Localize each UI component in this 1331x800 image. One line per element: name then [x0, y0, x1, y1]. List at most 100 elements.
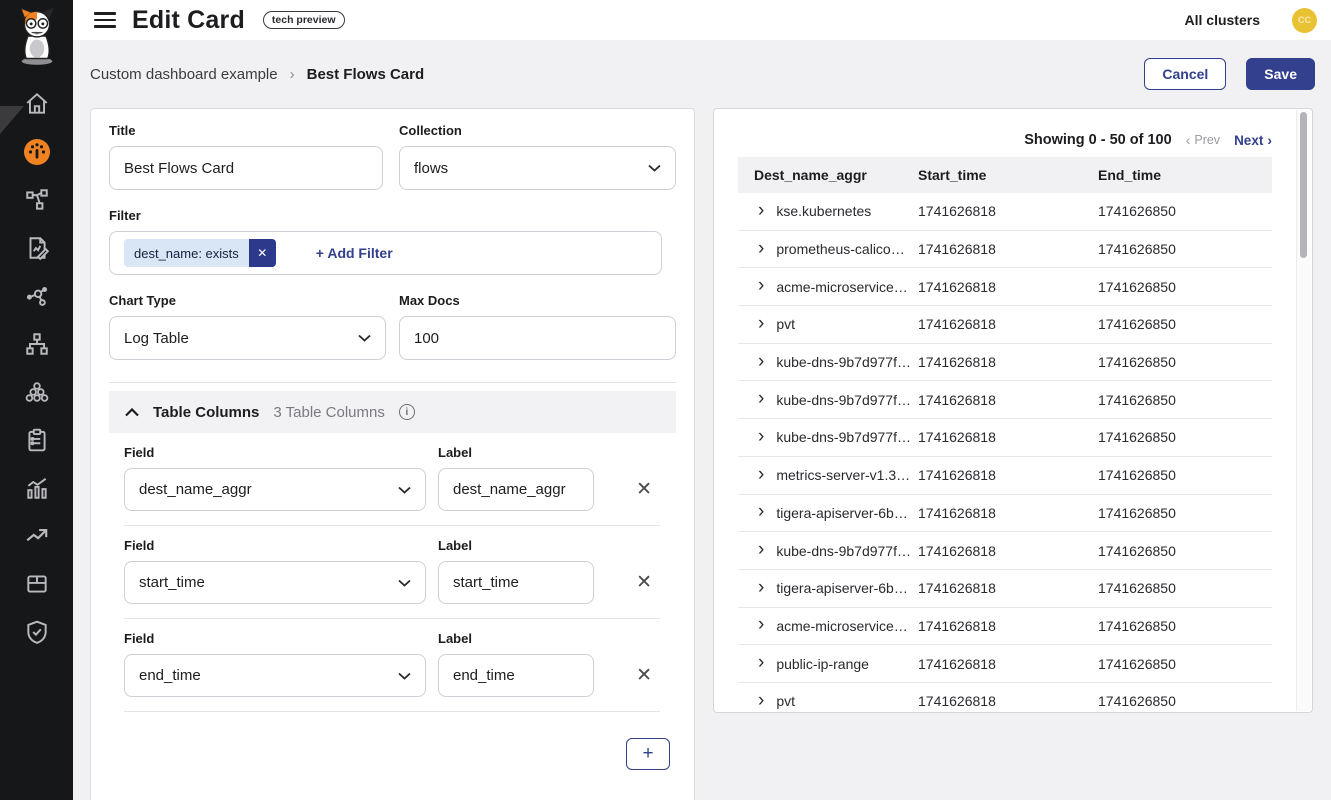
remove-column-icon[interactable]: ✕: [636, 666, 652, 697]
expand-row-icon[interactable]: ›: [758, 315, 764, 333]
column-header-start-time: Start_time: [918, 167, 1098, 183]
expand-row-icon[interactable]: ›: [758, 353, 764, 371]
scrollbar-track[interactable]: [1296, 110, 1311, 711]
table-row[interactable]: ›kube-dns-9b7d977f…17416268181741626850: [738, 419, 1272, 457]
max-docs-input[interactable]: [399, 316, 676, 360]
table-row[interactable]: ›pvt17416268181741626850: [738, 683, 1272, 713]
scrollbar-thumb[interactable]: [1300, 112, 1307, 258]
remove-column-icon[interactable]: ✕: [636, 480, 652, 511]
table-row[interactable]: ›tigera-apiserver-6b…1741626818174162685…: [738, 495, 1272, 533]
column-header-dest-name-aggr: Dest_name_aggr: [738, 167, 918, 183]
table-row[interactable]: ›acme-microservice…17416268181741626850: [738, 608, 1272, 646]
breadcrumb-separator-icon: ›: [290, 66, 295, 83]
chevron-down-icon: [398, 672, 411, 680]
shield-check-icon: [24, 619, 50, 645]
table-row[interactable]: ›acme-microservice…17416268181741626850: [738, 268, 1272, 306]
expand-row-icon[interactable]: ›: [758, 503, 764, 521]
chevron-up-icon[interactable]: [125, 408, 139, 417]
next-button[interactable]: Next ›: [1234, 133, 1272, 148]
cancel-button[interactable]: Cancel: [1144, 58, 1226, 90]
table-header-row: Dest_name_aggr Start_time End_time: [738, 157, 1272, 193]
table-row[interactable]: ›prometheus-calico…17416268181741626850: [738, 231, 1272, 269]
expand-row-icon[interactable]: ›: [758, 541, 764, 559]
field-select[interactable]: start_time: [124, 561, 426, 604]
label-input[interactable]: [438, 468, 594, 511]
sidebar-item-dashboards[interactable]: [0, 128, 73, 176]
sidebar-item-threat-graph[interactable]: [0, 272, 73, 320]
save-button[interactable]: Save: [1246, 58, 1315, 90]
expand-row-icon[interactable]: ›: [758, 277, 764, 295]
sidebar-item-packages[interactable]: [0, 560, 73, 608]
table-row[interactable]: ›kube-dns-9b7d977f…17416268181741626850: [738, 381, 1272, 419]
sidebar-item-reports[interactable]: [0, 464, 73, 512]
sidebar-item-security[interactable]: [0, 608, 73, 656]
start-time-cell: 1741626818: [918, 580, 1098, 596]
sidebar-item-clusters[interactable]: [0, 368, 73, 416]
table-row[interactable]: ›kube-dns-9b7d977f…17416268181741626850: [738, 344, 1272, 382]
card-editor-form: Title Collection flows Filter dest_name:…: [90, 108, 695, 800]
avatar[interactable]: CC: [1292, 8, 1317, 33]
sidebar: [0, 0, 73, 800]
expand-row-icon[interactable]: ›: [758, 579, 764, 597]
collection-label: Collection: [399, 123, 676, 138]
breadcrumb-parent[interactable]: Custom dashboard example: [90, 66, 278, 83]
chevron-down-icon: [648, 164, 661, 172]
sidebar-item-compliance[interactable]: [0, 416, 73, 464]
dest-name-cell: prometheus-calico…: [776, 241, 904, 257]
field-select[interactable]: end_time: [124, 654, 426, 697]
sidebar-item-service-graph[interactable]: [0, 176, 73, 224]
sidebar-item-activity[interactable]: [0, 512, 73, 560]
add-column-button[interactable]: +: [626, 738, 670, 770]
end-time-cell: 1741626850: [1098, 543, 1272, 559]
filter-chip-text: dest_name: exists: [124, 239, 249, 267]
showing-text: Showing 0 - 50 of 100: [1024, 132, 1171, 148]
chart-type-select[interactable]: Log Table: [109, 316, 386, 360]
remove-filter-icon[interactable]: ✕: [249, 239, 276, 267]
label-input[interactable]: [438, 561, 594, 604]
table-row[interactable]: ›public-ip-range17416268181741626850: [738, 645, 1272, 683]
table-columns-header[interactable]: Table Columns 3 Table Columns i: [109, 391, 676, 433]
table-row[interactable]: ›kube-dns-9b7d977f…17416268181741626850: [738, 532, 1272, 570]
expand-row-icon[interactable]: ›: [758, 654, 764, 672]
expand-row-icon[interactable]: ›: [758, 692, 764, 710]
sidebar-item-flow-logs[interactable]: [0, 224, 73, 272]
calico-cat-logo[interactable]: [10, 6, 64, 66]
label-input[interactable]: [438, 654, 594, 697]
table-row[interactable]: ›kse.kubernetes17416268181741626850: [738, 193, 1272, 231]
end-time-cell: 1741626850: [1098, 656, 1272, 672]
expand-row-icon[interactable]: ›: [758, 466, 764, 484]
expand-row-icon[interactable]: ›: [758, 428, 764, 446]
remove-column-icon[interactable]: ✕: [636, 573, 652, 604]
column-editor-row: Field end_time Label ✕: [124, 619, 676, 711]
clusters-icon: [24, 379, 50, 405]
table-row[interactable]: ›tigera-apiserver-6b…1741626818174162685…: [738, 570, 1272, 608]
expand-row-icon[interactable]: ›: [758, 390, 764, 408]
start-time-cell: 1741626818: [918, 429, 1098, 445]
home-icon: [24, 91, 50, 117]
field-label: Field: [124, 631, 426, 646]
chevron-right-icon: ›: [1267, 133, 1272, 147]
sidebar-item-nodes[interactable]: [0, 320, 73, 368]
field-select[interactable]: dest_name_aggr: [124, 468, 426, 511]
hamburger-menu-icon[interactable]: [94, 12, 116, 28]
end-time-cell: 1741626850: [1098, 467, 1272, 483]
table-row[interactable]: ›pvt17416268181741626850: [738, 306, 1272, 344]
expand-row-icon[interactable]: ›: [758, 616, 764, 634]
title-input[interactable]: [109, 146, 383, 190]
start-time-cell: 1741626818: [918, 241, 1098, 257]
expand-row-icon[interactable]: ›: [758, 202, 764, 220]
column-editor-row: Field start_time Label ✕: [124, 526, 676, 618]
cluster-selector[interactable]: All clusters: [1185, 12, 1260, 28]
expand-row-icon[interactable]: ›: [758, 240, 764, 258]
table-columns-title: Table Columns: [153, 404, 259, 421]
info-icon[interactable]: i: [399, 404, 415, 420]
collection-select[interactable]: flows: [399, 146, 676, 190]
end-time-cell: 1741626850: [1098, 392, 1272, 408]
chart-type-label: Chart Type: [109, 293, 386, 308]
table-row[interactable]: ›metrics-server-v1.3…1741626818174162685…: [738, 457, 1272, 495]
label-label: Label: [438, 538, 594, 553]
prev-button[interactable]: ‹ Prev: [1186, 133, 1220, 147]
filter-label: Filter: [109, 208, 676, 223]
add-filter-link[interactable]: + Add Filter: [316, 245, 393, 261]
dest-name-cell: public-ip-range: [776, 656, 869, 672]
